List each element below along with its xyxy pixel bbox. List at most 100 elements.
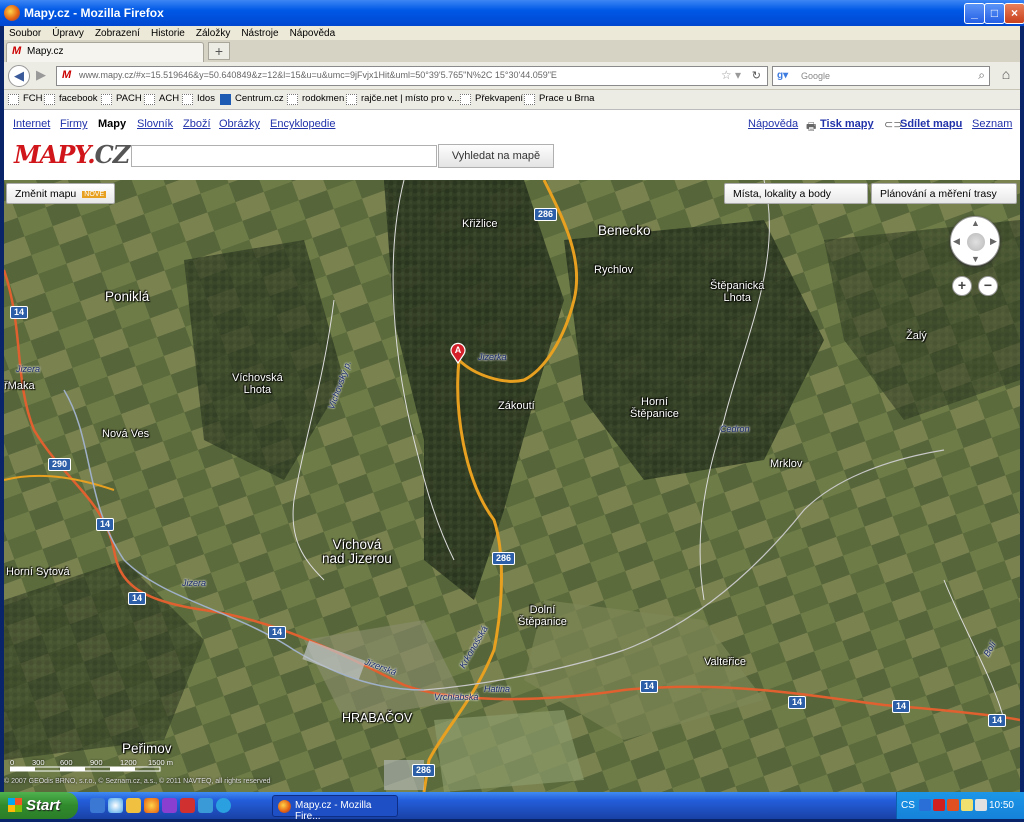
language-indicator[interactable]: CS [901, 800, 915, 811]
nav-encyklopedie[interactable]: Encyklopedie [270, 118, 335, 130]
nav-mapy[interactable]: Mapy [98, 118, 126, 130]
app-icon[interactable] [180, 798, 195, 813]
firefox-icon [278, 800, 291, 813]
tab-mapy[interactable]: M Mapy.cz [6, 42, 204, 62]
menu-nastroje[interactable]: Nástroje [236, 26, 284, 39]
url-bar[interactable]: M www.mapy.cz/#x=15.519646&y=50.640849&z… [56, 66, 768, 86]
scale-tick: 600 [60, 758, 73, 767]
map-view[interactable]: Změnit mapu NOVÉ Místa, lokality a body P… [4, 180, 1020, 792]
menu-zalozky[interactable]: Záložky [191, 26, 236, 39]
pan-down-icon[interactable]: ▼ [971, 254, 980, 264]
print-map-link[interactable]: Tisk mapy [820, 118, 874, 130]
place-label: řMaka [4, 380, 35, 392]
google-icon[interactable]: g▾ [777, 70, 788, 81]
search-map-button[interactable]: Vyhledat na mapě [438, 144, 554, 168]
change-map-button[interactable]: Změnit mapu NOVÉ [6, 183, 116, 204]
reload-icon[interactable]: ↻ [752, 69, 761, 82]
zoom-out-button[interactable]: − [978, 276, 998, 296]
bookmark-item[interactable]: Centrum.cz [220, 93, 284, 105]
bookmarks-toolbar: FCH facebook PACH ACH Idos Centrum.cz ro… [4, 90, 1020, 110]
bookmark-star-icon[interactable]: ☆ ▾ [721, 68, 741, 82]
nav-zbozi[interactable]: Zboží [183, 118, 211, 130]
bookmark-label: Idos [197, 93, 215, 104]
location-marker-icon[interactable]: A [448, 342, 468, 364]
bookmark-item[interactable]: FCH [8, 93, 43, 105]
bookmark-item[interactable]: ACH [144, 93, 180, 105]
maximize-button[interactable]: □ [984, 3, 1005, 24]
bookmark-item[interactable]: Idos [182, 93, 215, 105]
zoom-in-button[interactable]: + [952, 276, 972, 296]
magnifier-icon[interactable]: ⌕ [978, 68, 985, 83]
road-number: 14 [892, 700, 911, 713]
marker-letter: A [455, 345, 462, 355]
seznam-link[interactable]: Seznam [972, 118, 1012, 130]
new-tab-button[interactable]: + [208, 42, 230, 60]
menu-upravy[interactable]: Úpravy [47, 26, 90, 39]
route-planning-button[interactable]: Plánování a měření trasy [871, 183, 1017, 204]
bookmark-label: Překvapení [475, 93, 524, 104]
menu-napoveda[interactable]: Nápověda [285, 26, 342, 39]
bookmark-item[interactable]: Prace u Brna [524, 93, 594, 105]
home-icon[interactable]: ⌂ [996, 66, 1016, 86]
pan-up-icon[interactable]: ▲ [971, 218, 980, 228]
river-label: Hatina [484, 684, 511, 694]
bookmark-label: ACH [159, 93, 180, 104]
desktop-icon[interactable] [90, 798, 105, 813]
skype-icon[interactable] [216, 798, 231, 813]
help-link[interactable]: Nápověda [748, 118, 798, 130]
minimize-button[interactable]: _ [964, 3, 985, 24]
nav-obrazky[interactable]: Obrázky [219, 118, 260, 130]
mapy-logo[interactable]: MAPY.CZ [14, 140, 130, 169]
pan-control[interactable]: ▲ ▼ ◀ ▶ [950, 216, 1000, 266]
pan-center-icon[interactable] [967, 233, 985, 251]
taskbar-firefox-item[interactable]: Mapy.cz - Mozilla Fire... [272, 795, 398, 822]
page-icon [8, 94, 19, 105]
share-map-link[interactable]: Sdílet mapu [900, 118, 962, 130]
mapy-favicon-icon: M [62, 69, 72, 81]
start-button[interactable]: Start [0, 792, 78, 819]
window-title-bar[interactable]: Mapy.cz - Mozilla Firefox _ □ × [0, 0, 1024, 26]
bookmark-label: facebook [59, 93, 98, 104]
bookmark-item[interactable]: rajče.net | místo pro v... [346, 93, 460, 105]
place-label: Rychlov [594, 264, 634, 276]
menu-soubor[interactable]: Soubor [4, 26, 47, 39]
menu-zobrazeni[interactable]: Zobrazení [90, 26, 146, 39]
map-search-input[interactable] [131, 145, 437, 167]
tray-icon[interactable] [947, 799, 959, 811]
tray-icon[interactable] [961, 799, 973, 811]
place-label: Benecko [598, 223, 651, 238]
app-icon[interactable] [162, 798, 177, 813]
tray-icon[interactable] [919, 799, 931, 811]
nav-internet[interactable]: Internet [13, 118, 50, 130]
street-label: Vrchlabská [434, 692, 479, 702]
page-icon [287, 94, 298, 105]
tray-icon[interactable] [933, 799, 945, 811]
search-placeholder: Google [801, 71, 831, 81]
logo-main: MAPY. [14, 140, 96, 169]
bookmark-label: rajče.net | místo pro v... [361, 93, 460, 104]
menu-historie[interactable]: Historie [146, 26, 191, 39]
chrome-icon[interactable] [108, 798, 123, 813]
bookmark-item[interactable]: rodokmen [287, 93, 344, 105]
road-number: 286 [412, 764, 436, 777]
app-icon[interactable] [198, 798, 213, 813]
places-button[interactable]: Místa, lokality a body [724, 183, 868, 204]
search-input[interactable]: g▾ Google ⌕ [772, 66, 990, 86]
nav-slovnik[interactable]: Slovník [137, 118, 173, 130]
tray-icon[interactable] [975, 799, 987, 811]
pan-right-icon[interactable]: ▶ [990, 236, 997, 247]
bookmark-item[interactable]: Překvapení [460, 93, 524, 105]
page-icon [460, 94, 471, 105]
pan-left-icon[interactable]: ◀ [953, 236, 960, 247]
scale-tick: 1500 m [148, 758, 174, 767]
back-arrow-icon[interactable]: ◀ [8, 65, 30, 87]
firefox-quicklaunch-icon[interactable] [144, 798, 159, 813]
nav-firmy[interactable]: Firmy [60, 118, 88, 130]
printer-icon: 🖶 [806, 121, 817, 133]
forward-arrow-icon[interactable]: ▶ [30, 65, 52, 87]
email-icon[interactable] [126, 798, 141, 813]
bookmark-item[interactable]: facebook [44, 93, 98, 105]
bookmark-item[interactable]: PACH [101, 93, 142, 105]
river-label: Cedron [720, 424, 750, 434]
close-button[interactable]: × [1004, 3, 1024, 24]
